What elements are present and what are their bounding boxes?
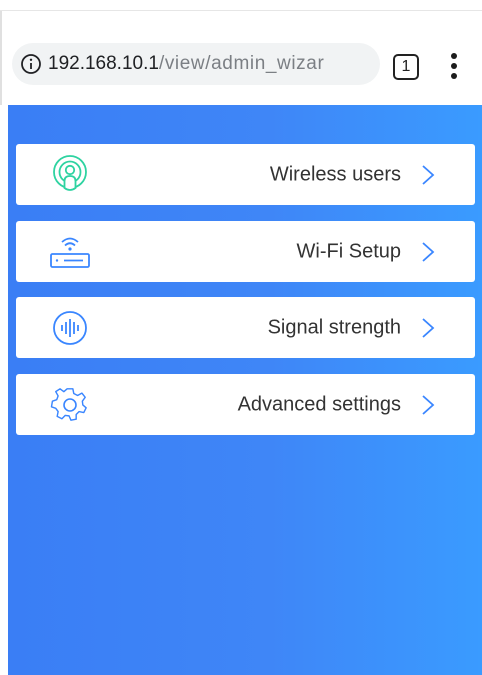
url-host: 192.168.10.1 (48, 53, 159, 74)
menu-item-signal-strength[interactable]: Signal strength (16, 297, 475, 358)
menu-item-wireless-users[interactable]: Wireless users (16, 144, 475, 205)
menu-item-label: Advanced settings (237, 393, 401, 415)
more-vert-icon[interactable] (448, 53, 460, 83)
menu-item-label: Wireless users (269, 163, 401, 185)
info-icon[interactable] (20, 53, 42, 75)
address-bar[interactable]: 192.168.10.1/view/admin_wizar (12, 43, 380, 85)
wireless-users-icon (48, 153, 92, 197)
chevron-right-icon (422, 394, 435, 415)
gear-icon (48, 383, 92, 427)
router-wifi-icon (48, 230, 92, 274)
browser-toolbar: 192.168.10.1/view/admin_wizar 1 (0, 11, 482, 105)
app-frame: 192.168.10.1/view/admin_wizar 1 Wireless… (0, 0, 482, 675)
tab-switcher-button[interactable]: 1 (393, 54, 419, 80)
main-content: Wireless users Wi-Fi Setup Signal streng… (8, 105, 482, 675)
menu-item-label: Wi-Fi Setup (296, 240, 401, 262)
url-path: /view/admin_wizar (158, 53, 325, 74)
signal-strength-icon (48, 306, 92, 350)
chevron-right-icon (422, 317, 435, 338)
menu-item-wifi-setup[interactable]: Wi-Fi Setup (16, 221, 475, 282)
chevron-right-icon (422, 241, 435, 262)
chevron-right-icon (422, 164, 435, 185)
menu-item-advanced-settings[interactable]: Advanced settings (16, 374, 475, 435)
menu-item-label: Signal strength (267, 316, 401, 338)
